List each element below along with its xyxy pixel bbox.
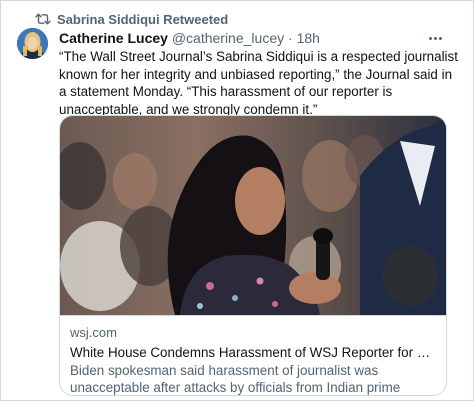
retweet-icon bbox=[35, 11, 51, 27]
tweet-header: Catherine Lucey @catherine_lucey · 18h bbox=[59, 30, 320, 48]
tweet-text: “The Wall Street Journal’s Sabrina Siddi… bbox=[59, 49, 458, 117]
author-avatar[interactable] bbox=[17, 28, 48, 59]
more-options-icon[interactable] bbox=[425, 30, 445, 46]
card-description: Biden spokesman said harassment of journ… bbox=[70, 363, 401, 395]
card-image bbox=[60, 116, 446, 315]
card-body: wsj.com White House Condemns Harassment … bbox=[60, 315, 446, 395]
author-handle[interactable]: @catherine_lucey bbox=[172, 30, 284, 46]
tweet-timestamp[interactable]: 18h bbox=[297, 30, 320, 46]
card-domain: wsj.com bbox=[70, 325, 117, 340]
author-name[interactable]: Catherine Lucey bbox=[59, 30, 168, 46]
card-title[interactable]: White House Condemns Harassment of WSJ R… bbox=[70, 344, 438, 361]
header-separator: · bbox=[288, 30, 293, 46]
tweet-container: Sabrina Siddiqui Retweeted Catherine Luc… bbox=[0, 0, 474, 401]
retweeted-by-label: Sabrina Siddiqui Retweeted bbox=[57, 12, 229, 27]
link-card[interactable]: wsj.com White House Condemns Harassment … bbox=[59, 115, 447, 396]
